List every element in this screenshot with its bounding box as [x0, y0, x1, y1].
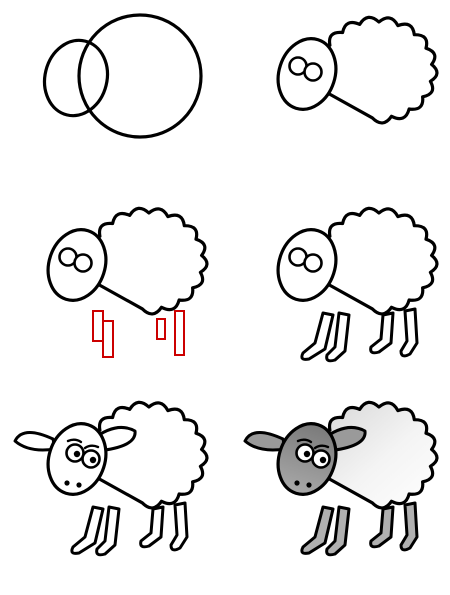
step-2 [276, 15, 439, 125]
body-circle [77, 13, 203, 139]
leg-4 [399, 501, 419, 552]
step-4 [276, 206, 439, 363]
leg-3 [369, 505, 395, 549]
step-6 [243, 400, 439, 557]
step-3 [46, 206, 209, 358]
right-eye [303, 62, 323, 82]
right-pupil [319, 456, 327, 464]
step-1 [42, 13, 203, 139]
left-ear [243, 431, 287, 452]
leg-4 [169, 501, 189, 552]
leg-3 [369, 311, 395, 355]
right-nostril [306, 482, 312, 488]
left-ear [13, 431, 57, 452]
right-nostril [76, 482, 82, 488]
leg-guide-2 [102, 320, 114, 358]
leg-guide-3 [156, 318, 166, 340]
leg-guide-4 [174, 310, 185, 356]
right-pupil [89, 456, 97, 464]
right-eye [73, 253, 93, 273]
step-5 [13, 400, 209, 557]
leg-4 [399, 307, 419, 358]
left-pupil [73, 450, 81, 458]
sheep-drawing-tutorial [13, 13, 439, 557]
left-pupil [303, 450, 311, 458]
leg-3 [139, 505, 165, 549]
head-oval [42, 38, 110, 118]
left-nostril [294, 480, 300, 486]
left-nostril [64, 480, 70, 486]
leg-guide-1 [92, 310, 104, 342]
right-eye [303, 253, 323, 273]
